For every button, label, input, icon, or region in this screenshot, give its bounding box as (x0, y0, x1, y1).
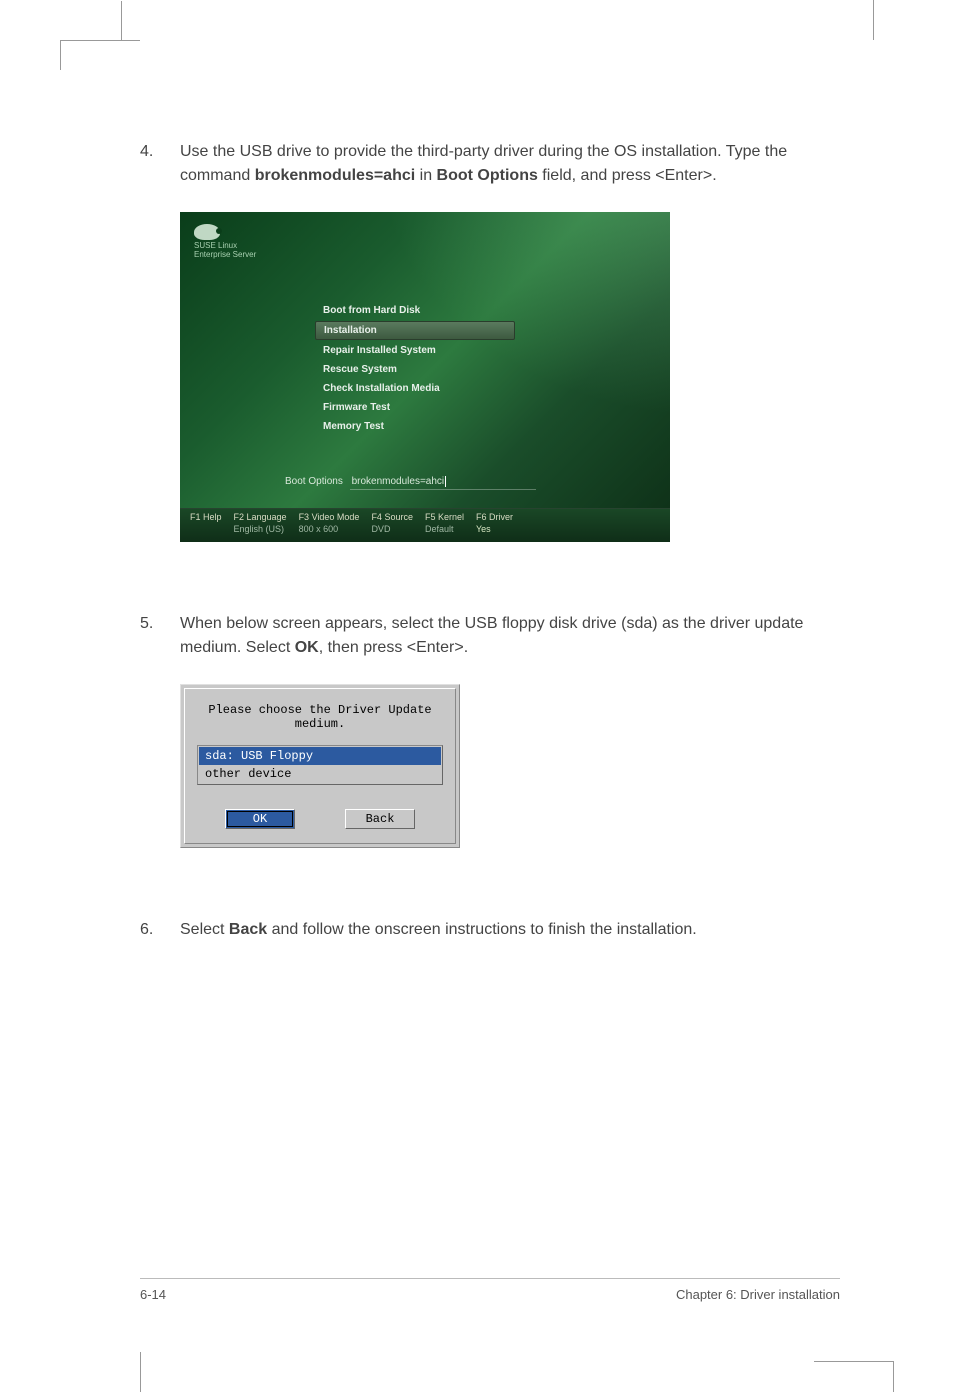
step-6-post: and follow the onscreen instructions to … (267, 921, 697, 938)
boot-menu-rescue[interactable]: Rescue System (315, 361, 515, 378)
step-4-post: field, and press <Enter>. (538, 167, 717, 184)
step-6-pre: Select (180, 921, 229, 938)
boot-menu-hard-disk[interactable]: Boot from Hard Disk (315, 302, 515, 319)
suse-logo: SUSE Linux Enterprise Server (194, 224, 256, 260)
back-button[interactable]: Back (345, 809, 415, 829)
step-5-number: 5. (140, 612, 180, 660)
step-5-text: When below screen appears, select the US… (180, 612, 840, 660)
step-6-text: Select Back and follow the onscreen inst… (180, 918, 840, 942)
page-footer: 6-14 Chapter 6: Driver installation (140, 1278, 840, 1302)
chapter-label: Chapter 6: Driver installation (676, 1287, 840, 1302)
text-cursor-icon (445, 476, 446, 487)
f5-val: Default (425, 524, 464, 536)
suse-boot-screenshot: SUSE Linux Enterprise Server Boot from H… (180, 212, 670, 542)
crop-mark-bottom-right (814, 1361, 894, 1362)
crop-mark-top-right (873, 0, 874, 40)
step-4-field: Boot Options (437, 167, 538, 184)
suse-footer: F1 Help F2 LanguageEnglish (US) F3 Video… (180, 508, 670, 542)
step-4-number: 4. (140, 140, 180, 188)
boot-options-label: Boot Options (285, 476, 343, 487)
boot-menu-installation[interactable]: Installation (315, 321, 515, 340)
boot-menu-repair[interactable]: Repair Installed System (315, 342, 515, 359)
page-number: 6-14 (140, 1287, 166, 1302)
step-5-ok: OK (295, 639, 319, 656)
dialog-title: Please choose the Driver Update medium. (197, 703, 443, 731)
f6-driver[interactable]: F6 Driver (476, 512, 513, 524)
step-4-mid: in (415, 167, 436, 184)
dialog-item-other[interactable]: other device (199, 765, 441, 783)
f6-val: Yes (476, 524, 513, 536)
step-4: 4. Use the USB drive to provide the thir… (140, 140, 840, 188)
step-6-back: Back (229, 921, 267, 938)
f5-kernel[interactable]: F5 Kernel (425, 512, 464, 524)
boot-menu-memory-test[interactable]: Memory Test (315, 418, 515, 435)
f4-val: DVD (371, 524, 413, 536)
f3-val: 800 x 600 (299, 524, 360, 536)
crop-mark-bottom-left (140, 1352, 141, 1392)
dialog-list: sda: USB Floppy other device (197, 745, 443, 785)
step-4-text: Use the USB drive to provide the third-p… (180, 140, 840, 188)
suse-logo-line2: Enterprise Server (194, 251, 256, 260)
f2-val: English (US) (234, 524, 287, 536)
boot-options-input[interactable]: brokenmodules=ahci (350, 476, 537, 490)
boot-menu-firmware-test[interactable]: Firmware Test (315, 399, 515, 416)
boot-menu: Boot from Hard Disk Installation Repair … (315, 302, 515, 437)
ok-button[interactable]: OK (225, 809, 295, 829)
step-5-pre: When below screen appears, select the US… (180, 615, 803, 656)
f2-language[interactable]: F2 Language (234, 512, 287, 524)
crop-mark-top-left (60, 40, 140, 70)
page-body: 4. Use the USB drive to provide the thir… (140, 140, 840, 966)
step-6: 6. Select Back and follow the onscreen i… (140, 918, 840, 942)
f1-help[interactable]: F1 Help (190, 512, 222, 524)
step-5: 5. When below screen appears, select the… (140, 612, 840, 660)
f3-video[interactable]: F3 Video Mode (299, 512, 360, 524)
step-5-post: , then press <Enter>. (319, 639, 468, 656)
boot-options-value: brokenmodules=ahci (352, 476, 445, 487)
f4-source[interactable]: F4 Source (371, 512, 413, 524)
dialog-item-sda[interactable]: sda: USB Floppy (199, 747, 441, 765)
dialog-inner: Please choose the Driver Update medium. … (184, 688, 456, 844)
driver-update-dialog: Please choose the Driver Update medium. … (180, 684, 460, 848)
boot-menu-check-media[interactable]: Check Installation Media (315, 380, 515, 397)
dialog-buttons: OK Back (197, 809, 443, 829)
step-6-number: 6. (140, 918, 180, 942)
gecko-icon (194, 224, 220, 240)
boot-options-row: Boot Options brokenmodules=ahci (285, 476, 536, 490)
step-4-cmd: brokenmodules=ahci (255, 167, 416, 184)
